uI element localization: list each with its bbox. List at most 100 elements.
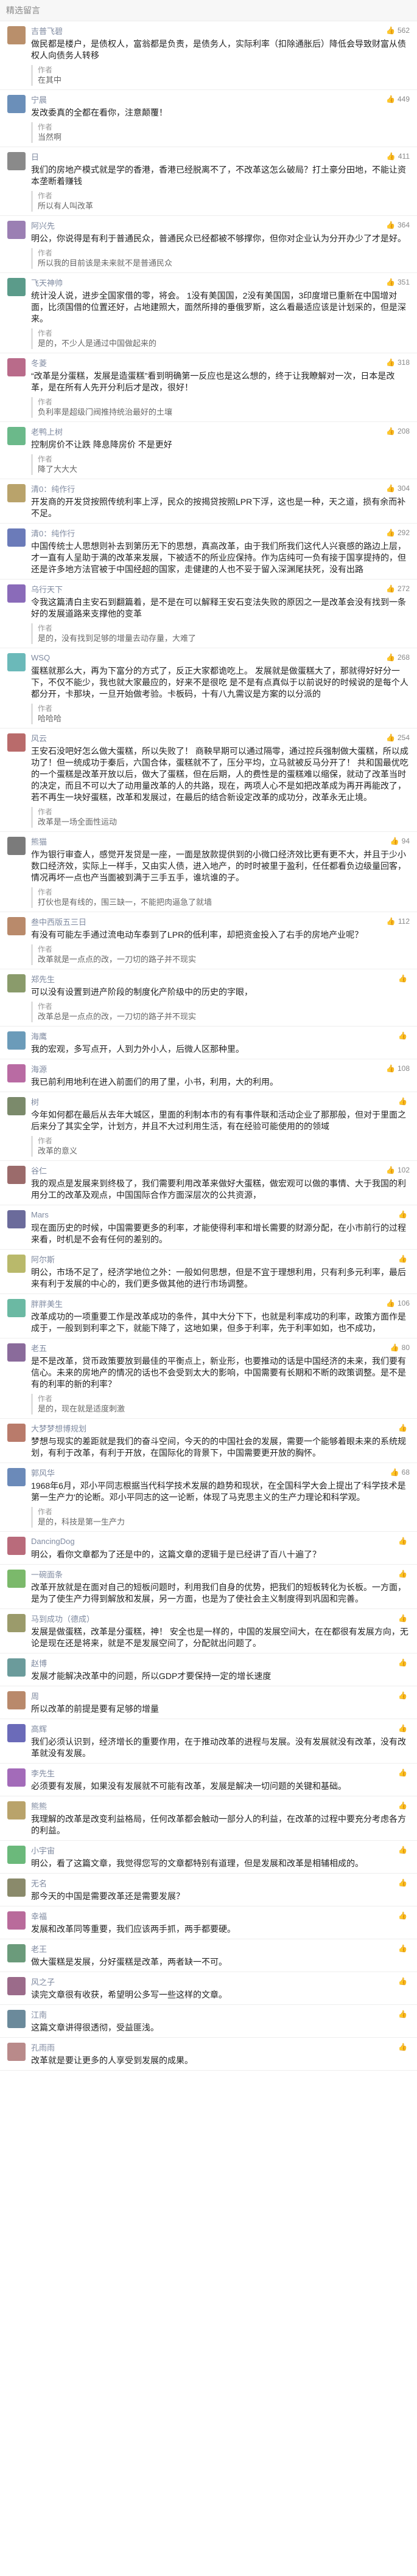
commenter-name[interactable]: 小宇宙 <box>31 1844 55 1856</box>
avatar[interactable] <box>7 1724 26 1742</box>
commenter-name[interactable]: 幸福 <box>31 1910 47 1922</box>
avatar[interactable] <box>7 1097 26 1115</box>
like-button[interactable]: 👍 <box>398 2010 410 2018</box>
avatar[interactable] <box>7 733 26 752</box>
avatar[interactable] <box>7 1977 26 1995</box>
like-button[interactable]: 👍 68 <box>390 1468 410 1477</box>
avatar[interactable] <box>7 95 26 113</box>
commenter-name[interactable]: 冬菱 <box>31 357 47 369</box>
avatar[interactable] <box>7 2043 26 2061</box>
like-button[interactable]: 👍 411 <box>387 152 410 161</box>
avatar[interactable] <box>7 1846 26 1864</box>
commenter-name[interactable]: 高辉 <box>31 1723 47 1734</box>
like-button[interactable]: 👍 <box>398 1570 410 1578</box>
commenter-name[interactable]: 树 <box>31 1096 39 1107</box>
like-button[interactable]: 👍 <box>398 1724 410 1733</box>
avatar[interactable] <box>7 1944 26 1962</box>
like-button[interactable]: 👍 94 <box>390 837 410 845</box>
like-button[interactable]: 👍 351 <box>386 278 410 286</box>
commenter-name[interactable]: 飞天神帅 <box>31 277 63 288</box>
avatar[interactable] <box>7 528 26 547</box>
commenter-name[interactable]: 老王 <box>31 1943 47 1955</box>
like-button[interactable]: 👍 268 <box>386 653 410 662</box>
commenter-name[interactable]: 风之子 <box>31 1976 55 1987</box>
like-button[interactable]: 👍 254 <box>386 733 410 742</box>
avatar[interactable] <box>7 1570 26 1588</box>
avatar[interactable] <box>7 1911 26 1930</box>
commenter-name[interactable]: 江南 <box>31 2009 47 2020</box>
like-button[interactable]: 👍 <box>398 1537 410 1545</box>
avatar[interactable] <box>7 653 26 671</box>
commenter-name[interactable]: 熊熊 <box>31 1800 47 1812</box>
commenter-name[interactable]: WSQ <box>31 653 50 662</box>
commenter-name[interactable]: 清0：纯作行 <box>31 483 75 494</box>
like-button[interactable]: 👍 208 <box>386 427 410 435</box>
commenter-name[interactable]: 海源 <box>31 1063 47 1075</box>
commenter-name[interactable]: 老五 <box>31 1342 47 1354</box>
commenter-name[interactable]: Mars <box>31 1210 49 1219</box>
commenter-name[interactable]: 清0：纯作行 <box>31 527 75 539</box>
like-button[interactable]: 👍 <box>398 1911 410 1920</box>
commenter-name[interactable]: 大梦梦想博规划 <box>31 1422 86 1434</box>
like-button[interactable]: 👍 <box>398 1801 410 1810</box>
like-button[interactable]: 👍 <box>398 1846 410 1854</box>
avatar[interactable] <box>7 974 26 992</box>
commenter-name[interactable]: DancingDog <box>31 1537 75 1546</box>
like-button[interactable]: 👍 <box>398 1255 410 1263</box>
avatar[interactable] <box>7 1614 26 1632</box>
avatar[interactable] <box>7 358 26 376</box>
like-button[interactable]: 👍 <box>398 974 410 983</box>
avatar[interactable] <box>7 2010 26 2028</box>
like-button[interactable]: 👍 108 <box>386 1064 410 1073</box>
avatar[interactable] <box>7 1468 26 1486</box>
like-button[interactable]: 👍 <box>398 2043 410 2051</box>
avatar[interactable] <box>7 152 26 170</box>
avatar[interactable] <box>7 584 26 603</box>
avatar[interactable] <box>7 1878 26 1897</box>
avatar[interactable] <box>7 1343 26 1362</box>
avatar[interactable] <box>7 1064 26 1082</box>
like-button[interactable]: 👍 <box>398 1944 410 1953</box>
avatar[interactable] <box>7 1768 26 1787</box>
like-button[interactable]: 👍 449 <box>386 95 410 103</box>
commenter-name[interactable]: 阿尔斯 <box>31 1253 55 1265</box>
avatar[interactable] <box>7 1424 26 1442</box>
like-button[interactable]: 👍 272 <box>386 584 410 593</box>
avatar[interactable] <box>7 26 26 44</box>
avatar[interactable] <box>7 278 26 296</box>
avatar[interactable] <box>7 1166 26 1184</box>
like-button[interactable]: 👍 364 <box>386 221 410 229</box>
avatar[interactable] <box>7 1801 26 1819</box>
commenter-name[interactable]: 胖胖美生 <box>31 1298 63 1309</box>
like-button[interactable]: 👍 <box>398 1691 410 1700</box>
avatar[interactable] <box>7 1658 26 1677</box>
commenter-name[interactable]: 阿兴先 <box>31 220 55 231</box>
commenter-name[interactable]: 叁中西版五三日 <box>31 916 86 927</box>
commenter-name[interactable]: 乌行天下 <box>31 583 63 595</box>
like-button[interactable]: 👍 112 <box>387 917 410 926</box>
like-button[interactable]: 👍 <box>398 1878 410 1887</box>
like-button[interactable]: 👍 <box>398 1768 410 1777</box>
commenter-name[interactable]: 日 <box>31 151 39 162</box>
avatar[interactable] <box>7 1537 26 1555</box>
commenter-name[interactable]: 熊猫 <box>31 836 47 847</box>
like-button[interactable]: 👍 <box>398 1031 410 1040</box>
avatar[interactable] <box>7 1031 26 1050</box>
avatar[interactable] <box>7 1210 26 1228</box>
commenter-name[interactable]: 谷仁 <box>31 1165 47 1176</box>
commenter-name[interactable]: 郭风华 <box>31 1467 55 1478</box>
like-button[interactable]: 👍 <box>398 1614 410 1622</box>
like-button[interactable]: 👍 106 <box>386 1299 410 1307</box>
avatar[interactable] <box>7 484 26 502</box>
like-button[interactable]: 👍 562 <box>386 26 410 35</box>
avatar[interactable] <box>7 427 26 445</box>
commenter-name[interactable]: 无名 <box>31 1877 47 1889</box>
like-button[interactable]: 👍 102 <box>386 1166 410 1174</box>
avatar[interactable] <box>7 1299 26 1317</box>
like-button[interactable]: 👍 <box>398 1977 410 1986</box>
commenter-name[interactable]: 宁晨 <box>31 94 47 105</box>
commenter-name[interactable]: 海鹰 <box>31 1030 47 1042</box>
commenter-name[interactable]: 一碗面条 <box>31 1568 63 1580</box>
avatar[interactable] <box>7 221 26 239</box>
commenter-name[interactable]: 马到成功（德成） <box>31 1613 94 1624</box>
